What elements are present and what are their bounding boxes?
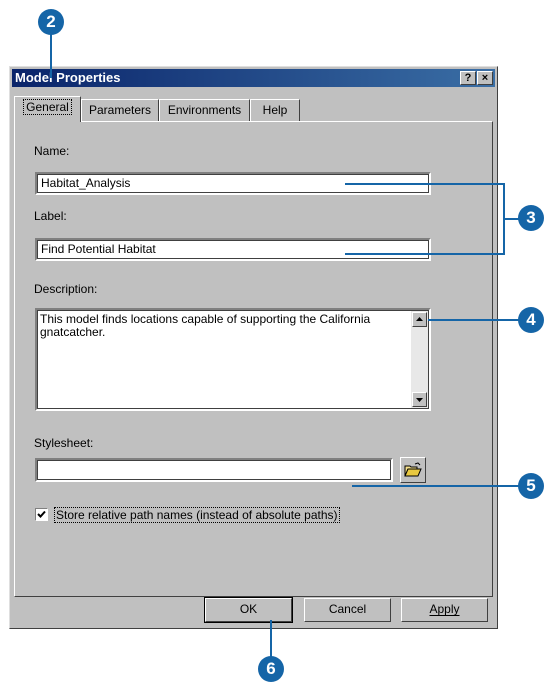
- callout-2: 2: [38, 9, 64, 35]
- label-field[interactable]: Find Potential Habitat: [35, 238, 431, 261]
- callout-3-leader-top: [345, 183, 505, 185]
- callout-5-leader: [352, 485, 521, 487]
- model-properties-dialog: Model Properties ? × General Parameters …: [9, 66, 498, 629]
- callout-6: 6: [258, 656, 284, 682]
- ok-button[interactable]: OK: [204, 597, 293, 623]
- relative-paths-label[interactable]: Store relative path names (instead of ab…: [54, 507, 340, 523]
- help-button[interactable]: ?: [460, 71, 476, 85]
- tab-help[interactable]: Help: [250, 99, 300, 121]
- dialog-title: Model Properties: [15, 70, 121, 85]
- browse-button[interactable]: [400, 457, 426, 483]
- stylesheet-field[interactable]: [35, 458, 393, 482]
- callout-3: 3: [518, 205, 544, 231]
- scroll-down-button[interactable]: [412, 392, 427, 407]
- title-bar: Model Properties ? ×: [12, 69, 495, 87]
- description-textarea[interactable]: This model finds locations capable of su…: [35, 308, 431, 411]
- tab-parameters[interactable]: Parameters: [81, 99, 159, 121]
- description-text: This model finds locations capable of su…: [40, 312, 371, 339]
- tab-environments-label: Environments: [167, 103, 242, 117]
- scroll-up-button[interactable]: [412, 312, 427, 327]
- checkmark-icon: [37, 510, 46, 518]
- callout-3-leader-bottom: [345, 253, 505, 255]
- callout-6-leader: [270, 620, 272, 660]
- arrow-up-icon: [416, 317, 423, 321]
- tab-help-label: Help: [262, 103, 288, 117]
- general-tab-panel: Name: Habitat_Analysis Label: Find Poten…: [14, 121, 493, 597]
- arrow-down-icon: [416, 398, 423, 402]
- tab-environments[interactable]: Environments: [159, 99, 250, 121]
- tab-general[interactable]: General: [14, 96, 81, 122]
- description-scrollbar[interactable]: [411, 311, 428, 408]
- name-label: Name:: [34, 144, 70, 158]
- tab-parameters-label: Parameters: [88, 103, 152, 117]
- callout-4-leader: [428, 319, 521, 321]
- open-folder-icon: [404, 462, 422, 477]
- close-button[interactable]: ×: [477, 71, 493, 85]
- callout-4: 4: [518, 307, 544, 333]
- apply-button-label: Apply: [429, 602, 460, 616]
- label-label: Label:: [34, 209, 67, 223]
- relative-paths-checkbox[interactable]: [35, 508, 48, 521]
- cancel-button[interactable]: Cancel: [304, 598, 391, 622]
- stylesheet-label: Stylesheet:: [34, 436, 94, 450]
- apply-button[interactable]: Apply: [401, 598, 488, 622]
- callout-5: 5: [518, 473, 544, 499]
- callout-2-leader: [50, 34, 52, 78]
- tab-general-label: General: [23, 99, 72, 115]
- description-label: Description:: [34, 282, 98, 296]
